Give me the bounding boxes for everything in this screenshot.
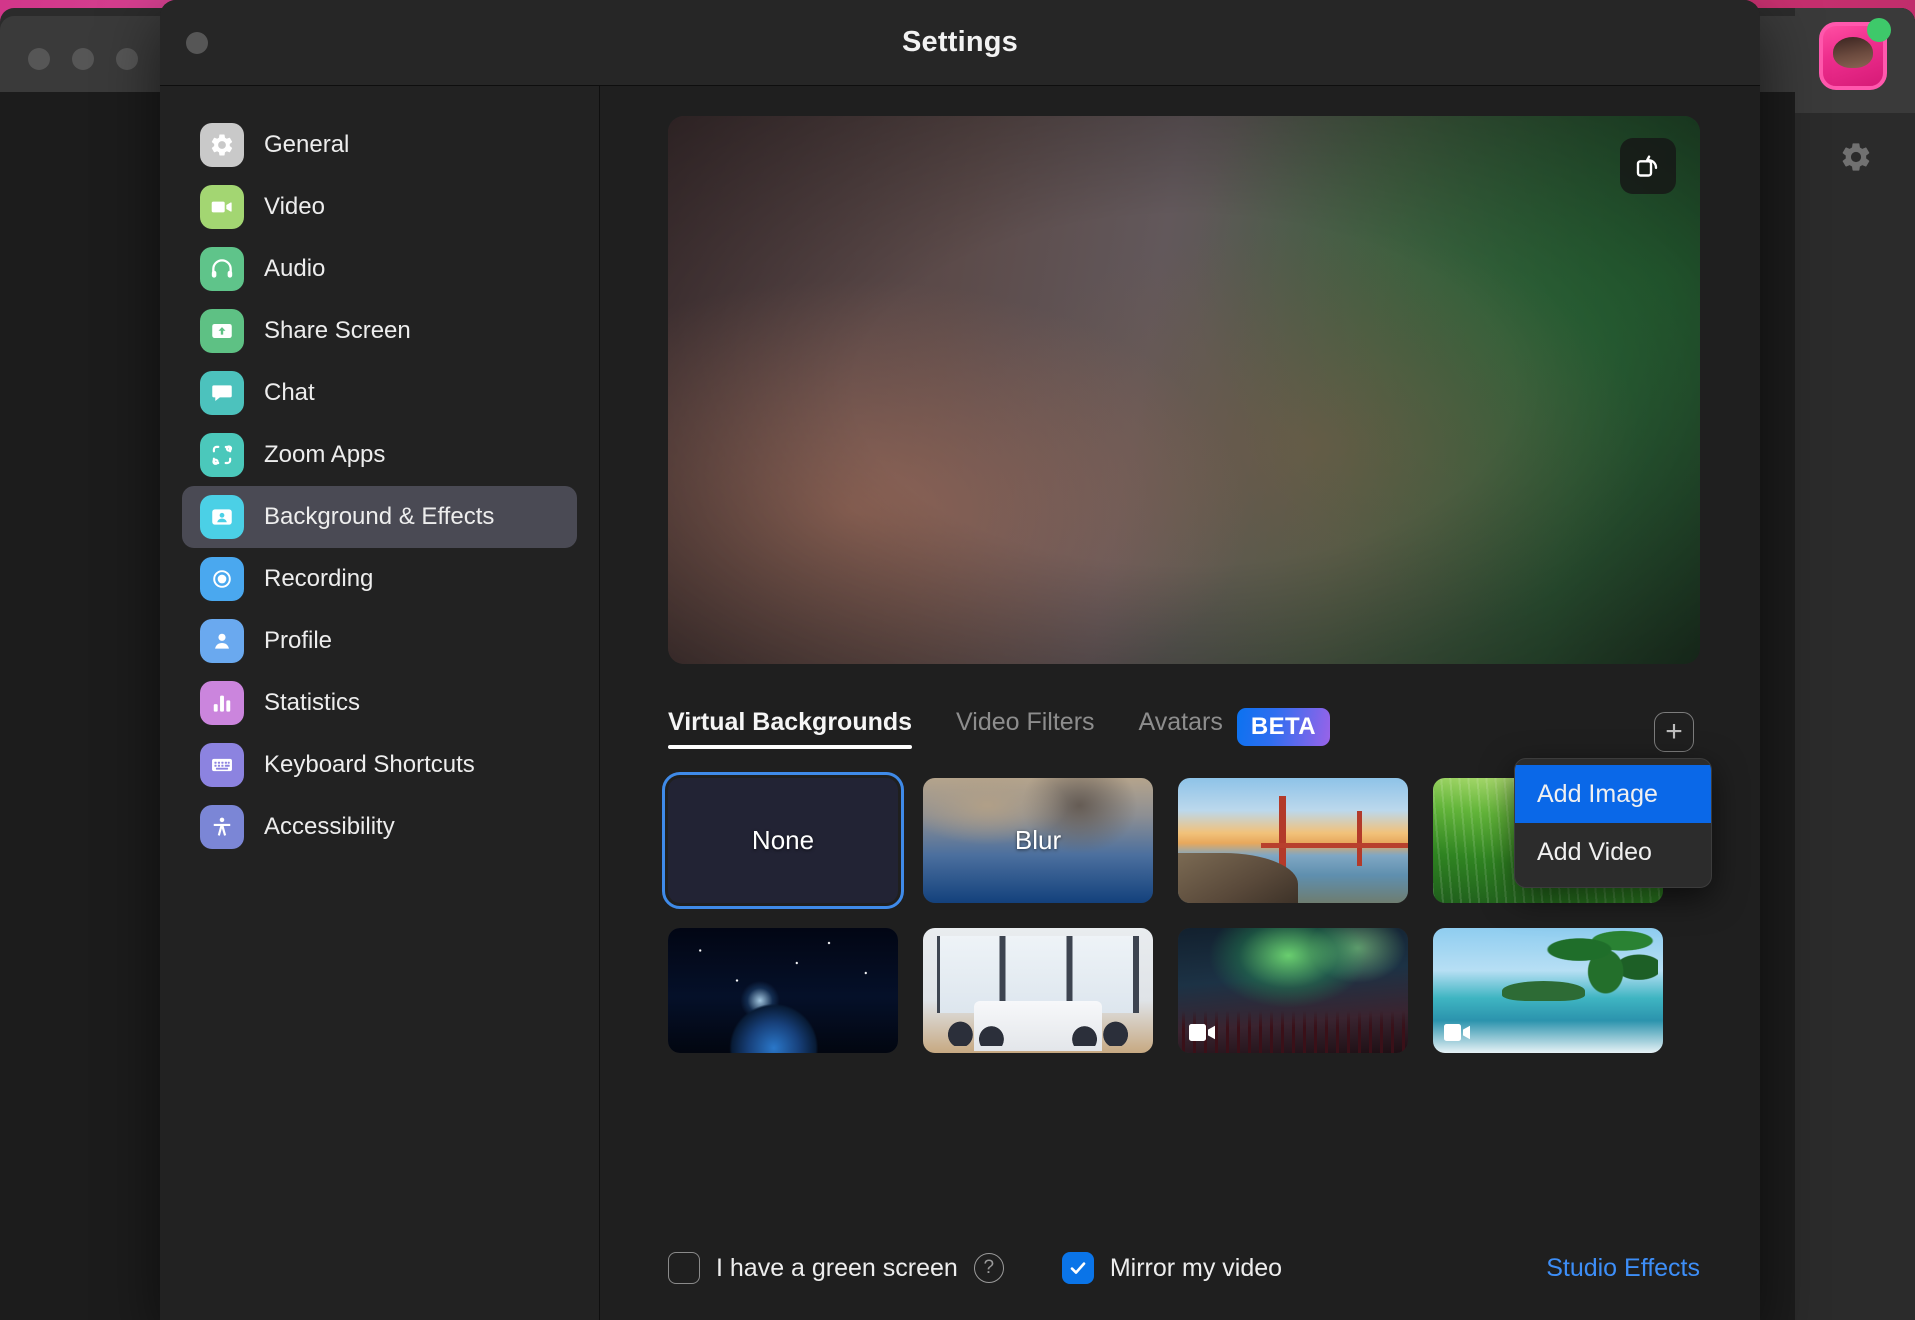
add-background-menu: Add Image Add Video <box>1514 758 1712 888</box>
sidebar-item-video[interactable]: Video <box>182 176 577 238</box>
sidebar-item-label: Audio <box>264 255 325 283</box>
sidebar-item-keyboard-shortcuts[interactable]: Keyboard Shortcuts <box>182 734 577 796</box>
sidebar-item-label: Statistics <box>264 689 360 717</box>
beta-badge: BETA <box>1237 708 1330 746</box>
thumbnail-art <box>1178 778 1408 903</box>
thumbnail-art-detail <box>941 1008 1134 1046</box>
background-thumbnail-golden-gate-bridge[interactable] <box>1178 778 1408 903</box>
green-screen-checkbox[interactable] <box>668 1252 700 1284</box>
video-badge-icon <box>1443 1022 1473 1043</box>
tab-video-filters[interactable]: Video Filters <box>956 708 1095 747</box>
sidebar-item-background-and-effects[interactable]: Background & Effects <box>182 486 577 548</box>
thumbnail-art-detail <box>1539 928 1659 1031</box>
settings-window: Settings General Video Audio <box>160 0 1760 1320</box>
sidebar-item-accessibility[interactable]: Accessibility <box>182 796 577 858</box>
background-right-topbar <box>1795 8 1915 113</box>
sidebar-item-label: Video <box>264 193 325 221</box>
background-right-panel <box>1795 8 1915 1320</box>
green-screen-control: I have a green screen ? <box>668 1252 1004 1284</box>
headphones-icon <box>200 247 244 291</box>
person-icon <box>200 619 244 663</box>
share-screen-icon <box>200 309 244 353</box>
background-effects-panel: Virtual Backgrounds Video Filters Avatar… <box>600 86 1760 1320</box>
sidebar-item-label: Profile <box>264 627 332 655</box>
gear-icon[interactable] <box>1839 140 1873 174</box>
sidebar-item-statistics[interactable]: Statistics <box>182 672 577 734</box>
help-icon[interactable]: ? <box>974 1253 1004 1283</box>
sidebar-item-general[interactable]: General <box>182 114 577 176</box>
video-badge-icon <box>1188 1022 1218 1043</box>
sidebar-item-label: Zoom Apps <box>264 441 385 469</box>
sidebar-item-share-screen[interactable]: Share Screen <box>182 300 577 362</box>
studio-effects-link[interactable]: Studio Effects <box>1546 1254 1700 1283</box>
sidebar-item-zoom-apps[interactable]: Zoom Apps <box>182 424 577 486</box>
thumbnail-art <box>923 928 1153 1053</box>
background-thumbnail-earth-from-space[interactable] <box>668 928 898 1053</box>
menu-item-add-video[interactable]: Add Video <box>1515 823 1711 881</box>
chat-bubble-icon <box>200 371 244 415</box>
thumbnail-label: None <box>668 778 898 903</box>
sidebar-item-profile[interactable]: Profile <box>182 610 577 672</box>
thumbnail-art-detail <box>1178 853 1298 903</box>
avatar-wrapper[interactable] <box>1819 22 1887 90</box>
background-tabs: Virtual Backgrounds Video Filters Avatar… <box>668 698 1700 756</box>
settings-sidebar: General Video Audio Share Screen <box>160 86 600 1320</box>
sidebar-item-label: Share Screen <box>264 317 411 345</box>
thumbnail-art <box>668 928 898 1053</box>
sidebar-item-chat[interactable]: Chat <box>182 362 577 424</box>
green-screen-label: I have a green screen <box>716 1254 958 1283</box>
sidebar-item-label: Keyboard Shortcuts <box>264 751 475 779</box>
online-status-dot <box>1867 18 1891 42</box>
flip-camera-button[interactable] <box>1620 138 1676 194</box>
sidebar-item-label: Recording <box>264 565 373 593</box>
accessibility-icon <box>200 805 244 849</box>
tab-avatars[interactable]: Avatars <box>1139 708 1223 747</box>
menu-item-add-image[interactable]: Add Image <box>1515 765 1711 823</box>
video-preview <box>668 116 1700 664</box>
maximize-dot[interactable] <box>116 48 138 70</box>
sidebar-item-label: General <box>264 131 349 159</box>
mirror-video-checkbox[interactable] <box>1062 1252 1094 1284</box>
zoom-apps-icon <box>200 433 244 477</box>
tab-avatars-group: Avatars BETA <box>1139 708 1330 747</box>
background-thumbnail-tropical-beach[interactable] <box>1433 928 1663 1053</box>
background-thumbnail-none[interactable]: None <box>668 778 898 903</box>
bar-chart-icon <box>200 681 244 725</box>
sidebar-item-label: Accessibility <box>264 813 395 841</box>
thumbnail-label: Blur <box>923 778 1153 903</box>
keyboard-icon <box>200 743 244 787</box>
thumbnail-art-detail <box>1261 843 1408 848</box>
minimize-dot[interactable] <box>72 48 94 70</box>
background-bottom-controls: I have a green screen ? Mirror my video … <box>668 1252 1700 1284</box>
background-effects-icon <box>200 495 244 539</box>
gear-icon <box>200 123 244 167</box>
record-icon <box>200 557 244 601</box>
tab-virtual-backgrounds[interactable]: Virtual Backgrounds <box>668 708 912 747</box>
background-thumbnail-aurora-borealis[interactable] <box>1178 928 1408 1053</box>
sidebar-item-audio[interactable]: Audio <box>182 238 577 300</box>
close-dot[interactable] <box>28 48 50 70</box>
sidebar-item-label: Chat <box>264 379 315 407</box>
background-thumbnail-office-conference-room[interactable] <box>923 928 1153 1053</box>
background-window-traffic-lights[interactable] <box>28 48 138 70</box>
page-title: Settings <box>160 26 1760 59</box>
background-thumbnail-blur[interactable]: Blur <box>923 778 1153 903</box>
settings-titlebar: Settings <box>160 0 1760 86</box>
settings-body: General Video Audio Share Screen <box>160 86 1760 1320</box>
sidebar-item-label: Background & Effects <box>264 503 494 531</box>
sidebar-item-recording[interactable]: Recording <box>182 548 577 610</box>
mirror-video-control: Mirror my video <box>1062 1252 1282 1284</box>
add-background-button[interactable]: + <box>1654 712 1694 752</box>
mirror-video-label: Mirror my video <box>1110 1254 1282 1283</box>
video-camera-icon <box>200 185 244 229</box>
